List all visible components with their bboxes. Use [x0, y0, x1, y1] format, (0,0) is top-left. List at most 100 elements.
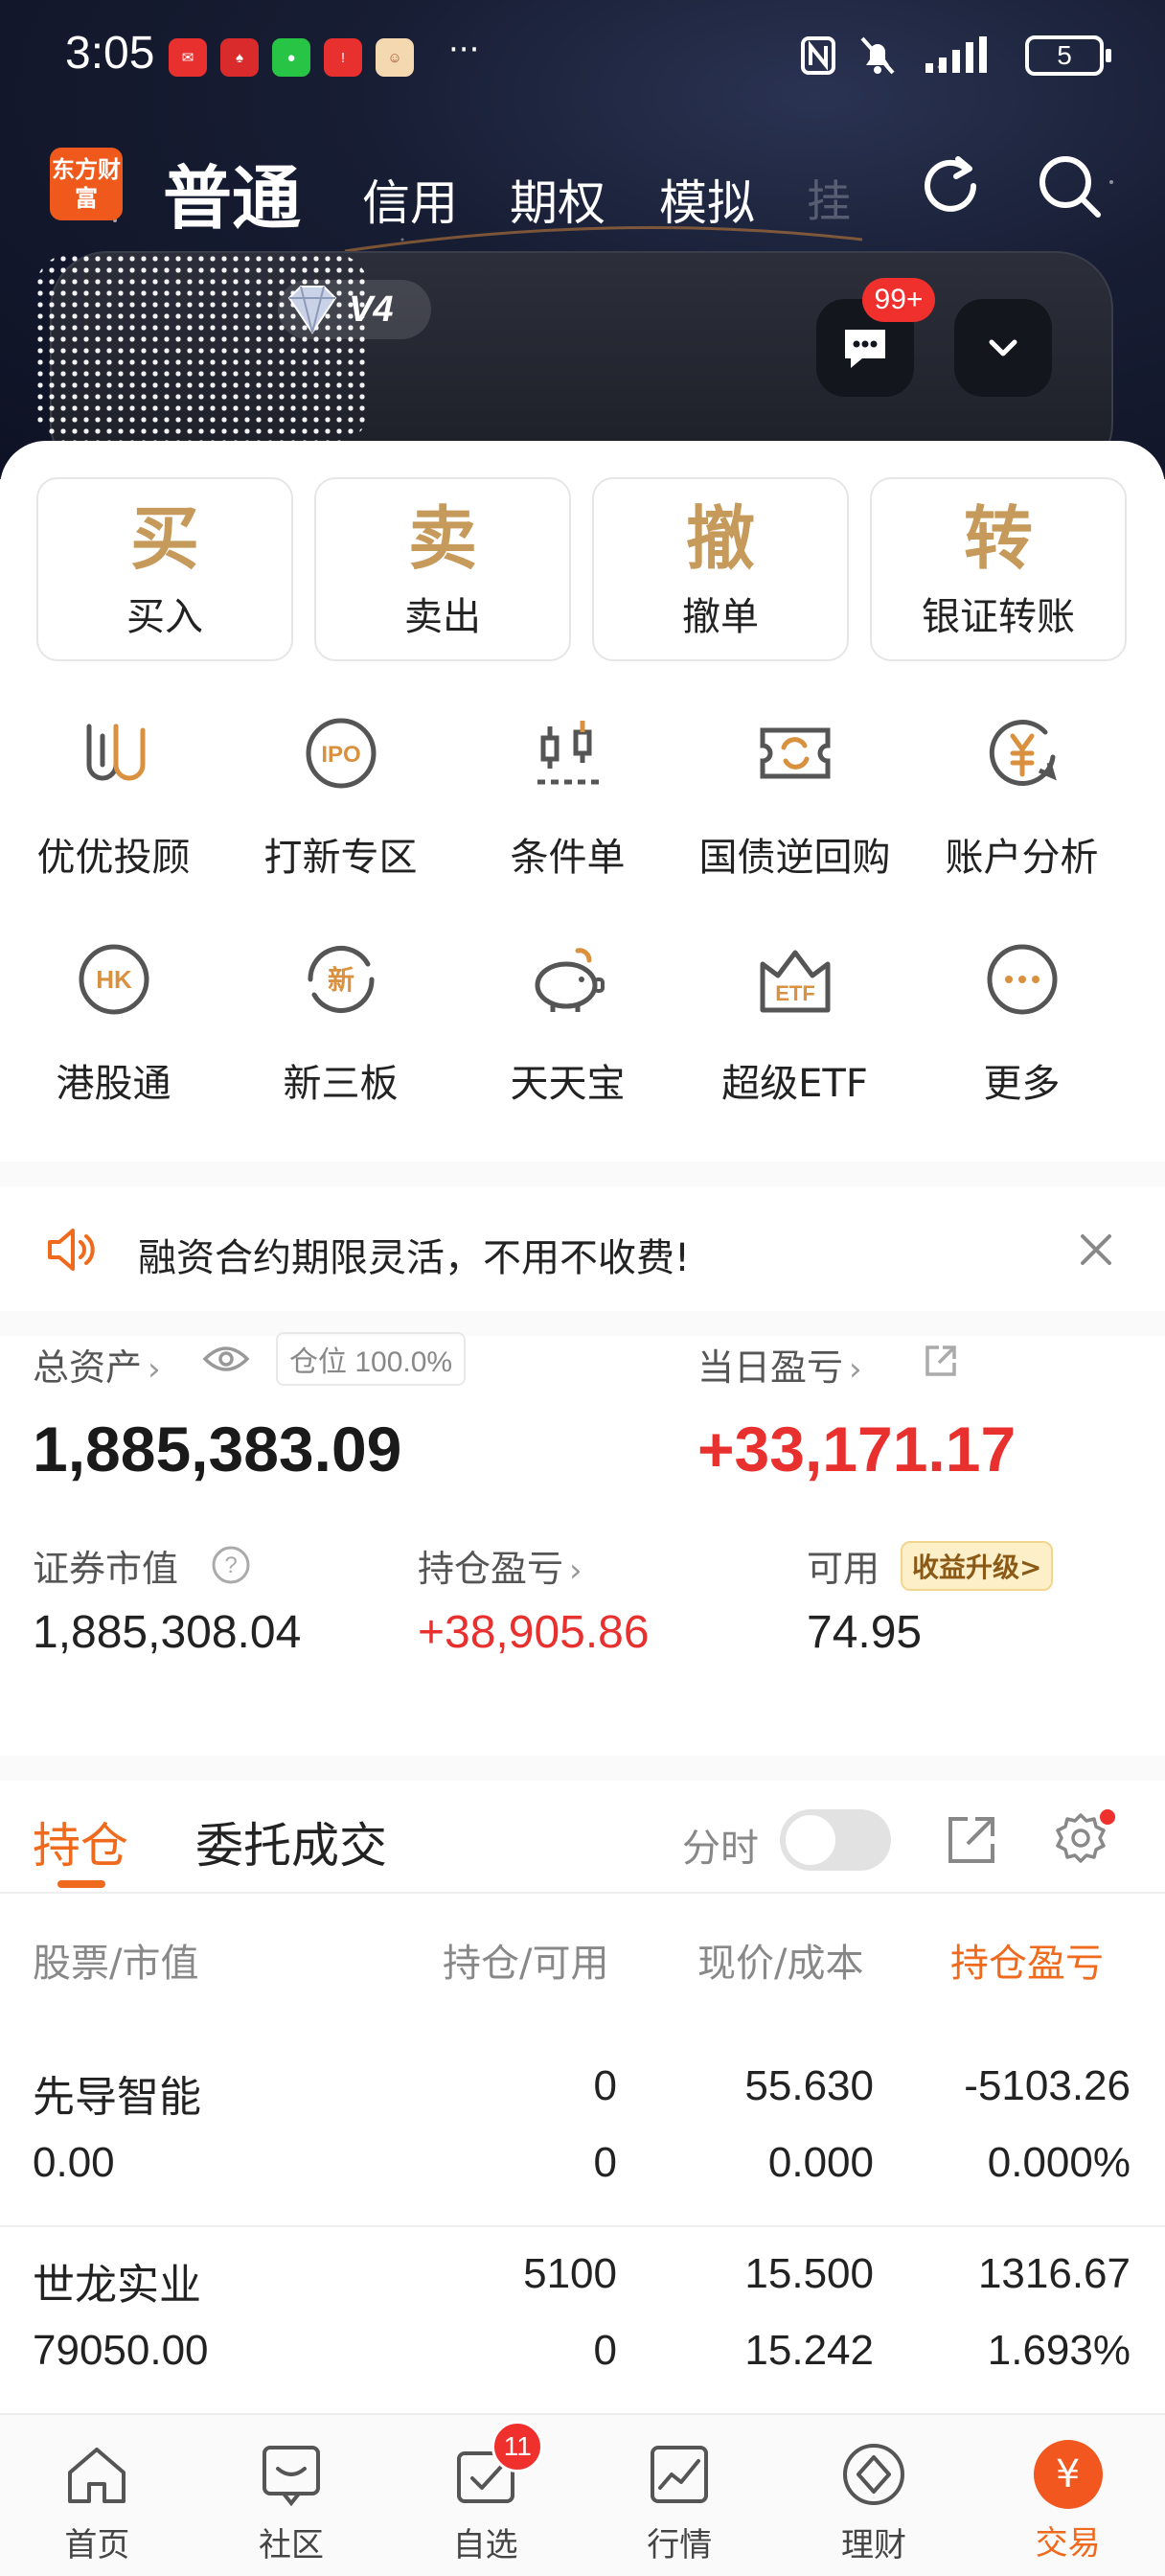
tab-normal[interactable]: 普通: [163, 142, 301, 242]
svg-text:ETF: ETF: [775, 981, 815, 1005]
grid-item-conditional-order[interactable]: 条件单: [454, 702, 681, 928]
external-link-icon[interactable]: [943, 1811, 1000, 1869]
stock-market-value: 79050.00: [33, 2327, 209, 2374]
tab-holdings[interactable]: 持仓: [33, 1807, 128, 1876]
table-row[interactable]: 先导智能 0.00 0 0 55.630 0.000 -5103.26 0.00…: [0, 2039, 1165, 2227]
signal-icon: [925, 36, 987, 73]
notice-text: 融资合约期限灵活，不用不收费!: [138, 1236, 691, 1280]
market-value-value: 1,885,308.04: [33, 1607, 302, 1658]
more-dots-icon: [987, 944, 1057, 1015]
tab-simulation[interactable]: 模拟: [659, 165, 755, 234]
stock-name: 世龙实业: [33, 2261, 201, 2310]
ipo-icon: IPO: [306, 718, 376, 789]
svg-text:新: 新: [327, 964, 354, 996]
transfer-label: 银证转账: [922, 595, 1075, 639]
notice-banner[interactable]: 融资合约期限灵活，不用不收费!: [0, 1188, 1165, 1311]
timeshare-toggle[interactable]: [780, 1809, 891, 1871]
grid-label: 天天宝: [510, 1062, 626, 1106]
cancel-order-button[interactable]: 撤 撤单: [592, 477, 849, 661]
nav-label: 行情: [647, 2526, 713, 2564]
new-board-icon: 新: [307, 946, 375, 1013]
holdings-tab-bar: 持仓 委托成交 分时: [0, 1779, 1165, 1894]
close-icon[interactable]: [1073, 1227, 1119, 1273]
stock-price: 15.500: [744, 2250, 874, 2297]
status-time: 3:05: [65, 28, 155, 79]
active-tab-indicator: [57, 1880, 105, 1888]
buy-button[interactable]: 买 买入: [36, 477, 293, 661]
share-icon[interactable]: [922, 1342, 960, 1380]
chevron-down-icon: [989, 339, 1017, 356]
nav-trade[interactable]: ¥ 交易: [971, 2415, 1165, 2576]
hk-icon: HK: [79, 944, 148, 1015]
header-stock-market-value[interactable]: 股票/市值: [33, 1932, 198, 1988]
nav-home[interactable]: 首页: [0, 2415, 194, 2576]
header-price-cost[interactable]: 现价/成本: [697, 1932, 863, 1988]
vip-badge[interactable]: V4: [278, 280, 431, 339]
wechat-icon: ●: [272, 38, 310, 77]
grid-item-bond-repo[interactable]: 国债逆回购: [681, 702, 908, 928]
header-position-available[interactable]: 持仓/可用: [443, 1932, 608, 1988]
huawei-app-icon: ✉: [169, 38, 207, 77]
grid-item-uu-advisor[interactable]: 优优投顾: [0, 702, 227, 928]
grid-label: 新三板: [283, 1062, 399, 1106]
account-dropdown-button[interactable]: [954, 299, 1052, 397]
timeshare-label: 分时: [682, 1827, 759, 1871]
nav-watchlist[interactable]: 11 自选: [388, 2415, 582, 2576]
svg-text:IPO: IPO: [321, 742, 360, 768]
sell-label: 卖出: [404, 595, 481, 639]
daily-pl-text: 当日盈亏: [697, 1346, 844, 1389]
grid-item-account-analysis[interactable]: 账户分析: [908, 702, 1135, 928]
stock-available: 0: [593, 2327, 617, 2374]
tab-options[interactable]: 期权: [510, 165, 605, 234]
home-icon: [68, 2448, 126, 2503]
refresh-icon[interactable]: [912, 148, 989, 224]
top-navigation: 东方财富 普通 信用 期权 模拟 挂: [0, 134, 1165, 240]
diamond-icon: [287, 286, 337, 334]
grid-label: 打新专区: [263, 836, 418, 880]
quick-actions: 买 买入 卖 卖出 撤 撤单 转 银证转账: [36, 477, 1127, 661]
nav-market[interactable]: 行情: [582, 2415, 777, 2576]
header-holding-pl[interactable]: 持仓盈亏: [950, 1932, 1104, 1988]
candlestick-icon: [537, 721, 599, 785]
grid-label: 条件单: [510, 836, 626, 880]
buy-glyph: 买: [129, 497, 199, 579]
grid-item-tiantianbao[interactable]: 天天宝: [454, 928, 681, 1154]
help-icon[interactable]: ?: [211, 1545, 251, 1585]
holding-pl-label[interactable]: 持仓盈亏 ›: [418, 1539, 582, 1592]
buy-label: 买入: [126, 595, 203, 639]
nav-label: 理财: [840, 2526, 906, 2564]
available-value: 74.95: [807, 1607, 923, 1658]
stock-cost: 15.242: [744, 2327, 874, 2374]
tab-faded[interactable]: 挂: [807, 167, 851, 230]
eye-icon[interactable]: [201, 1342, 251, 1376]
brand-logo: 东方财富: [50, 148, 123, 220]
bank-transfer-button[interactable]: 转 银证转账: [870, 477, 1127, 661]
sell-button[interactable]: 卖 卖出: [314, 477, 571, 661]
tab-orders-trades[interactable]: 委托成交: [195, 1807, 387, 1876]
table-row[interactable]: 世龙实业 79050.00 5100 0 15.500 15.242 1316.…: [0, 2227, 1165, 2415]
search-icon[interactable]: [1031, 148, 1108, 224]
total-assets-text: 总资产: [33, 1346, 143, 1389]
grid-item-more[interactable]: 更多: [908, 928, 1135, 1154]
nav-wealth[interactable]: 理财: [777, 2415, 971, 2576]
cancel-label: 撤单: [682, 595, 759, 639]
alert-app-icon: !: [324, 38, 362, 77]
total-assets-label[interactable]: 总资产 ›: [33, 1338, 161, 1391]
yield-upgrade-chip[interactable]: 收益升级>: [901, 1541, 1054, 1591]
grid-item-new-third-board[interactable]: 新 新三板: [227, 928, 454, 1154]
grid-label: 优优投顾: [36, 836, 191, 880]
grid-item-ipo[interactable]: IPO 打新专区: [227, 702, 454, 928]
status-right-indicators: 5: [799, 34, 1111, 77]
stock-pl-percent: 1.693%: [987, 2327, 1131, 2374]
watchlist-badge: 11: [491, 2421, 544, 2472]
grid-item-hk-connect[interactable]: HK 港股通: [0, 928, 227, 1154]
grid-item-super-etf[interactable]: ETF 超级ETF: [681, 928, 908, 1154]
grid-label: 港股通: [56, 1062, 171, 1106]
nav-community[interactable]: 社区: [194, 2415, 389, 2576]
mute-bell-icon: [860, 36, 895, 75]
daily-pl-label[interactable]: 当日盈亏 ›: [697, 1338, 862, 1391]
tab-credit[interactable]: 信用: [362, 165, 458, 234]
status-app-icons: ✉ ♠ ● ! ☺: [169, 38, 414, 77]
uu-advisor-icon: [86, 724, 145, 781]
market-chart-icon: [651, 2446, 709, 2503]
